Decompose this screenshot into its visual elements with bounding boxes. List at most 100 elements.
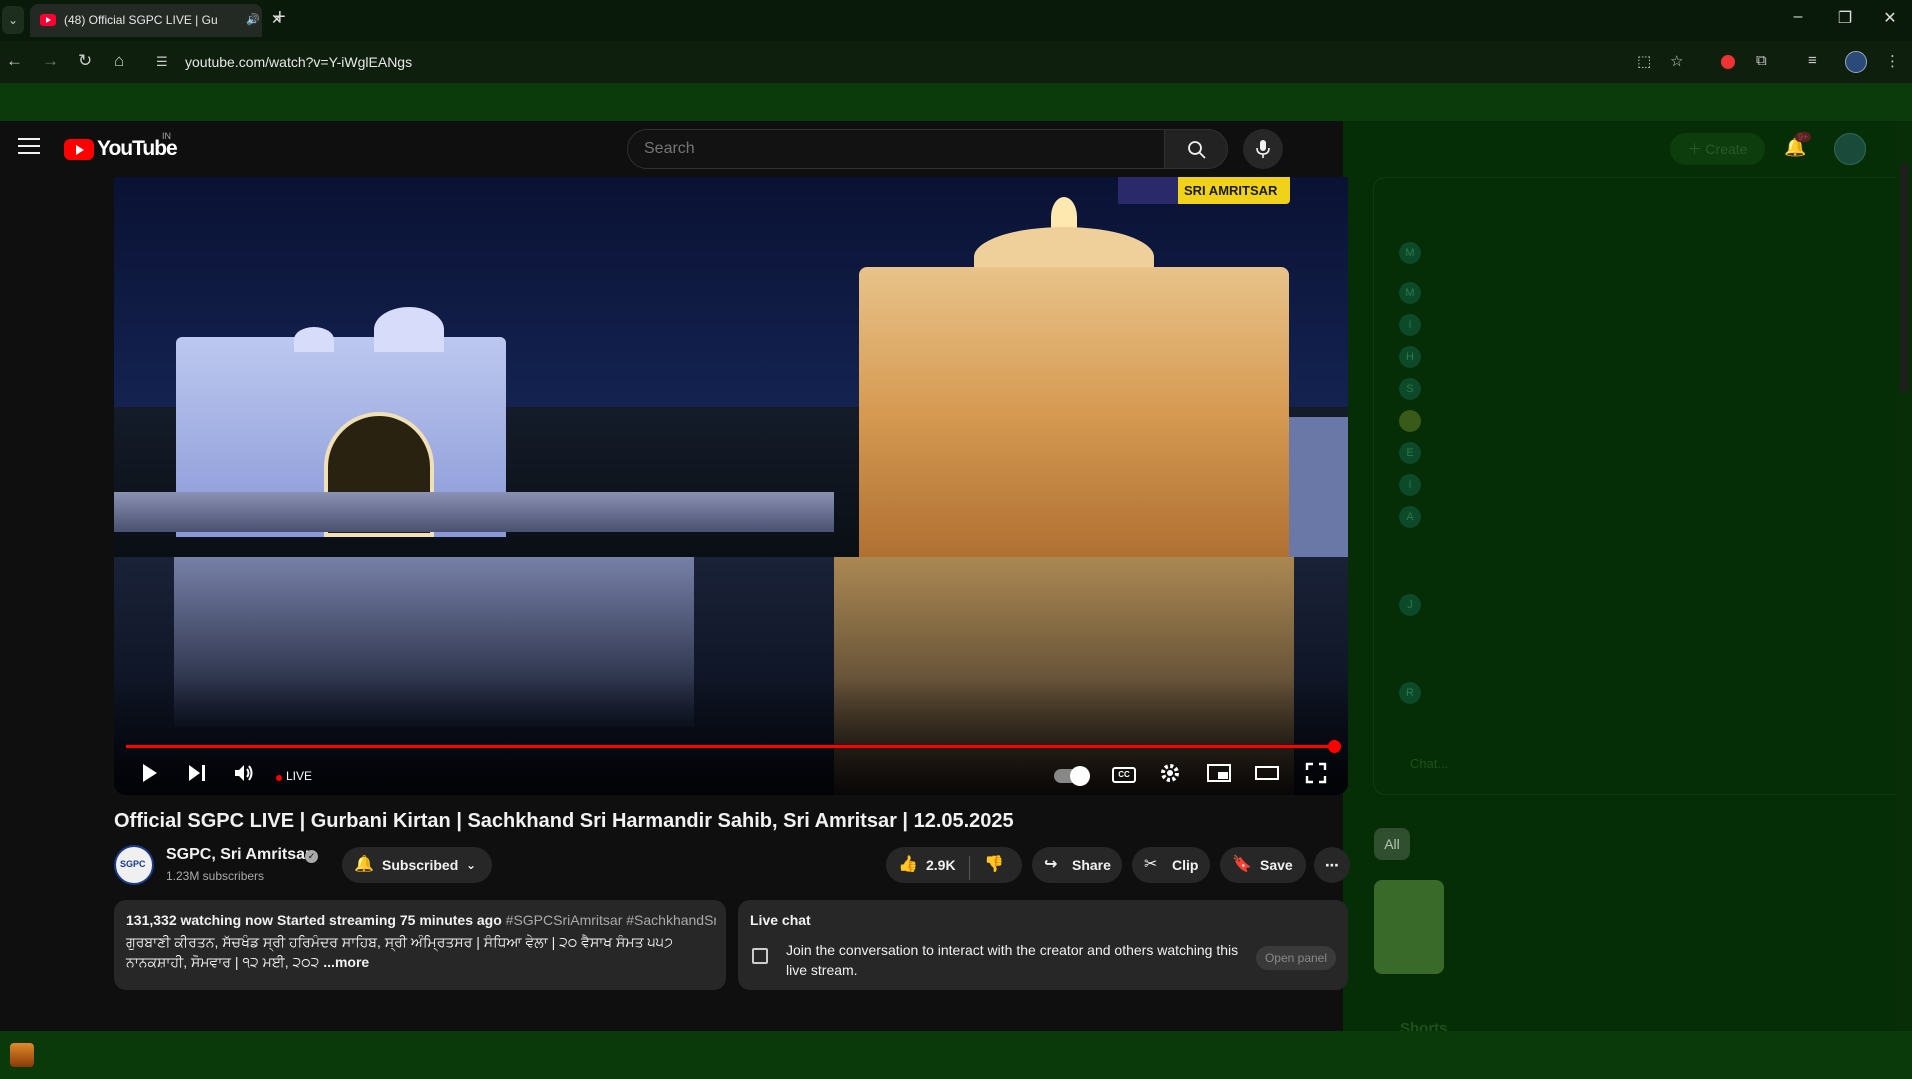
back-icon[interactable]: ←: [6, 51, 23, 71]
chip-all[interactable]: All: [1374, 828, 1410, 860]
mic-icon: [1256, 140, 1270, 158]
subscriber-count: 1.23M subscribers: [166, 869, 265, 883]
description-stats-row: 131,332 watching now Started streaming 7…: [126, 912, 716, 928]
channel-name[interactable]: SGPC, Sri Amritsar: [166, 846, 311, 864]
tab-title: (48) Official SGPC LIVE | Gu: [64, 13, 218, 27]
share-icon: ↪: [1044, 856, 1058, 873]
scissors-icon: ✂: [1144, 856, 1158, 873]
minimize-icon[interactable]: –: [1783, 8, 1813, 26]
search-button[interactable]: [1164, 129, 1228, 169]
autoplay-toggle[interactable]: [1054, 766, 1090, 786]
miniplayer-icon: [1207, 764, 1231, 782]
channel-avatar[interactable]: SGPC: [114, 845, 154, 885]
taskbar-app-icon[interactable]: [10, 1043, 34, 1067]
open-panel-button[interactable]: Open panel: [1256, 946, 1336, 970]
miniplayer-button[interactable]: [1206, 761, 1232, 790]
restore-icon[interactable]: ❐: [1830, 8, 1860, 28]
next-button[interactable]: [186, 761, 208, 790]
bookmarks-bar: [0, 83, 1912, 121]
chat-avatar: S: [1399, 378, 1421, 400]
speaker-icon[interactable]: 🔊: [246, 13, 260, 26]
subscribed-button[interactable]: 🔔 Subscribed ⌄: [342, 847, 492, 883]
hashtags[interactable]: #SGPCSriAmritsar #SachkhandSri: [506, 912, 716, 928]
volume-button[interactable]: [232, 761, 256, 790]
chat-avatar: R: [1399, 682, 1421, 704]
like-dislike-group: 👍 2.9K 👎: [886, 847, 1022, 883]
video-player[interactable]: SRI AMRITSAR LIVE CC: [114, 177, 1348, 795]
media-control-icon[interactable]: ≡: [1808, 52, 1817, 69]
close-window-icon[interactable]: ✕: [1875, 8, 1905, 28]
chat-avatar: A: [1399, 506, 1421, 528]
theater-mode-button[interactable]: [1254, 761, 1280, 790]
show-more-link[interactable]: ...more: [323, 954, 369, 970]
captions-icon[interactable]: CC: [1112, 767, 1136, 783]
home-icon[interactable]: ⌂: [114, 51, 124, 71]
video-frame-causeway: [114, 492, 834, 532]
chat-avatar: M: [1399, 282, 1421, 304]
fullscreen-button[interactable]: [1304, 761, 1328, 790]
clip-label: Clip: [1172, 857, 1199, 873]
address-bar[interactable]: ☰ youtube.com/watch?v=Y-iWglEANgs: [150, 46, 1660, 78]
chat-avatar: J: [1399, 594, 1421, 616]
forward-icon[interactable]: →: [42, 51, 59, 71]
new-tab-icon[interactable]: +: [274, 6, 286, 29]
fullscreen-icon: [1305, 762, 1327, 784]
live-label[interactable]: LIVE: [286, 769, 312, 783]
search-input[interactable]: [644, 140, 1144, 158]
scroll-thumb[interactable]: [1900, 163, 1908, 393]
site-info-icon[interactable]: ☰: [156, 54, 168, 70]
like-button[interactable]: 👍: [898, 847, 918, 883]
description-box[interactable]: 131,332 watching now Started streaming 7…: [114, 900, 726, 990]
save-button[interactable]: 🔖 Save: [1220, 847, 1306, 883]
region-code: IN: [162, 131, 171, 141]
bookmark-star-icon[interactable]: ☆: [1670, 52, 1683, 70]
dislike-button[interactable]: 👎: [984, 847, 1004, 883]
share-label: Share: [1072, 857, 1111, 873]
clip-button[interactable]: ✂ Clip: [1132, 847, 1210, 883]
install-app-icon[interactable]: ⬚: [1637, 52, 1651, 70]
notification-badge: 9+: [1795, 132, 1812, 142]
play-icon: [143, 764, 157, 782]
video-title: Official SGPC LIVE | Gurbani Kirtan | Sa…: [114, 810, 1014, 832]
save-label: Save: [1260, 857, 1293, 873]
youtube-play-icon: [64, 139, 94, 160]
video-frame-golden-temple: [859, 267, 1289, 557]
bell-icon: 🔔: [354, 856, 374, 873]
account-avatar[interactable]: [1834, 133, 1866, 165]
browser-toolbar: ← → ↻ ⌂ ☰ youtube.com/watch?v=Y-iWglEANg…: [0, 41, 1912, 83]
next-icon: [189, 765, 205, 781]
extension-record-icon[interactable]: [1721, 55, 1735, 69]
watermark-text: SRI AMRITSAR: [1184, 183, 1278, 198]
video-frame-dome: [374, 307, 444, 352]
description-text: ਗੁਰਬਾਣੀ ਕੀਰਤਨ, ਸੱਚਖੰਡ ਸ੍ਰੀ ਹਰਿਮੰਦਰ ਸਾਹਿਬ…: [126, 934, 673, 970]
os-taskbar: [0, 1031, 1912, 1079]
browser-menu-icon[interactable]: ⋮: [1885, 52, 1900, 70]
browser-profile-avatar[interactable]: [1845, 51, 1867, 73]
create-button[interactable]: ＋ Create: [1670, 133, 1765, 165]
tab-search-chevron-icon[interactable]: ⌄: [2, 6, 24, 34]
play-button[interactable]: [140, 761, 160, 790]
volume-icon: [235, 765, 253, 781]
browser-tab[interactable]: (48) Official SGPC LIVE | Gu 🔊 ✕: [30, 4, 283, 37]
menu-icon[interactable]: [18, 138, 40, 156]
share-button[interactable]: ↪ Share: [1032, 847, 1122, 883]
settings-button[interactable]: [1158, 761, 1182, 790]
progress-bar[interactable]: [126, 745, 1339, 748]
chat-avatar: H: [1399, 346, 1421, 368]
voice-search-button[interactable]: [1243, 129, 1283, 169]
progress-scrubber[interactable]: [1328, 740, 1341, 753]
channel-avatar-text: SGPC: [120, 859, 146, 869]
video-frame-dome: [294, 327, 334, 352]
reload-icon[interactable]: ↻: [78, 51, 92, 71]
verified-check-icon: ✓: [305, 850, 318, 863]
page-scrollbar[interactable]: [1896, 121, 1912, 1031]
live-chat-card: Live chat Join the conversation to inter…: [738, 900, 1348, 990]
chat-avatar: [1399, 410, 1421, 432]
live-chat-text: Join the conversation to interact with t…: [786, 942, 1239, 978]
live-chat-title: Live chat: [750, 912, 811, 928]
like-count[interactable]: 2.9K: [926, 847, 956, 883]
recommended-thumbnail[interactable]: [1374, 880, 1444, 974]
extensions-puzzle-icon[interactable]: ⧉: [1756, 52, 1767, 69]
more-actions-button[interactable]: ⋯: [1314, 847, 1350, 883]
chat-input-ghost: Chat...: [1410, 756, 1449, 771]
